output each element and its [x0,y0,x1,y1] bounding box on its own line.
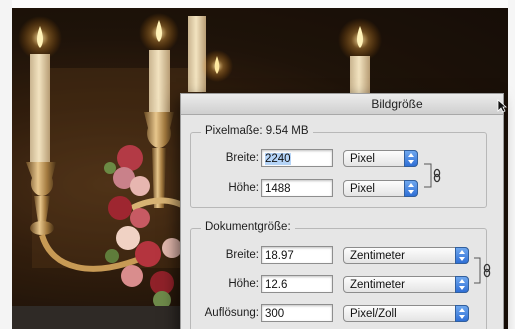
up-down-arrows-icon [455,305,469,322]
doc-width-value: 18.97 [265,250,294,262]
pixel-height-label: Höhe: [228,182,259,194]
image-size-dialog: Bildgröße Pixelmaße: 9.54 MB Breite: 224… [180,93,507,329]
pixel-height-unit-select[interactable]: Pixel [343,180,418,197]
up-down-arrows-icon [455,247,469,264]
doc-height-input[interactable]: 12.6 [261,275,333,293]
resolution-unit-select[interactable]: Pixel/Zoll [343,305,469,322]
doc-height-unit-select[interactable]: Zentimeter [343,276,469,293]
pixel-dimensions-heading: Pixelmaße: 9.54 MB [201,125,313,137]
chain-link-icon[interactable] [423,162,449,190]
top-edge [0,0,515,8]
pixel-width-label: Breite: [225,152,259,164]
doc-width-label: Breite: [225,249,259,261]
doc-width-unit: Zentimeter [350,250,405,262]
left-edge [0,0,12,329]
resolution-input[interactable]: 300 [261,304,333,322]
up-down-arrows-icon [404,150,418,167]
pixel-width-value: 2240 [265,153,291,165]
pixel-width-unit: Pixel [350,153,375,165]
document-size-heading: Dokumentgröße: [201,221,295,233]
right-edge [508,0,515,329]
dialog-title: Bildgröße [371,97,423,111]
up-down-arrows-icon [404,180,418,197]
mouse-pointer-icon [497,99,507,113]
resolution-label: Auflösung: [204,307,259,319]
doc-width-unit-select[interactable]: Zentimeter [343,247,469,264]
screenshot-frame: Bildgröße Pixelmaße: 9.54 MB Breite: 224… [0,0,515,329]
pixel-height-input[interactable]: 1488 [261,179,333,197]
resolution-value: 300 [265,308,285,320]
dialog-titlebar[interactable]: Bildgröße [181,94,507,115]
doc-height-unit: Zentimeter [350,279,405,291]
pixel-height-unit: Pixel [350,183,375,195]
doc-width-input[interactable]: 18.97 [261,246,333,264]
pixel-width-input[interactable]: 2240 [261,149,333,167]
doc-height-label: Höhe: [228,278,259,290]
up-down-arrows-icon [455,276,469,293]
pixel-height-value: 1488 [265,183,291,195]
pixel-width-unit-select[interactable]: Pixel [343,150,418,167]
chain-link-icon[interactable] [473,256,499,286]
doc-height-value: 12.6 [265,279,288,291]
resolution-unit: Pixel/Zoll [350,308,397,320]
